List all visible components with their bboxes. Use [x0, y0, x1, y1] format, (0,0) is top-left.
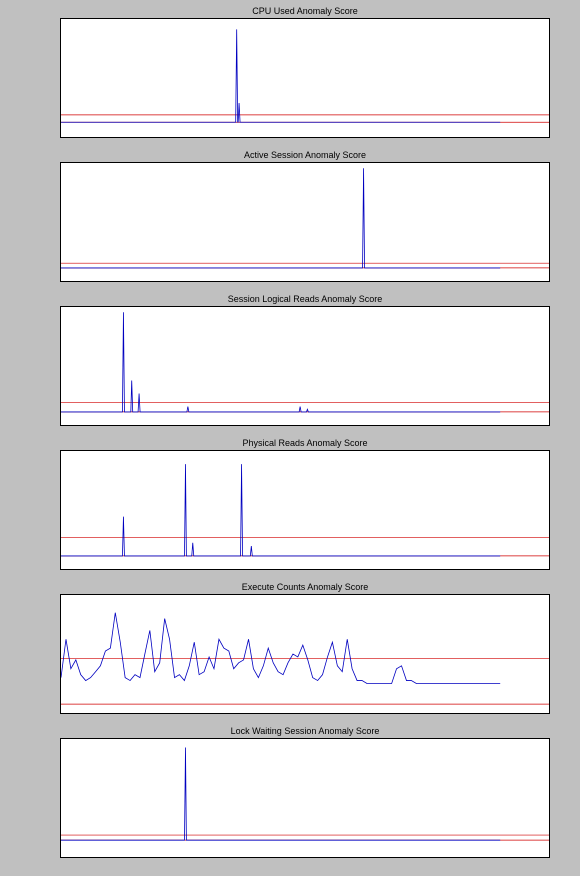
plot-area: -500005000100001500020000250003000035000… — [60, 162, 550, 282]
data-series — [61, 168, 500, 268]
plot-svg — [61, 307, 549, 425]
data-series — [61, 29, 500, 122]
data-series — [61, 613, 500, 684]
charts-page: CPU Used Anomaly Score x 10^12-1012345670… — [0, 0, 580, 876]
plot-area: -101234560200040006000800010000 — [60, 738, 550, 858]
chart-4: Execute Counts Anomaly Score -0.1-0.0500.… — [60, 582, 550, 714]
plot-area: -0.0200.020.040.060.080.10.120.140.16020… — [60, 450, 550, 570]
chart-title: Physical Reads Anomaly Score — [60, 438, 550, 448]
chart-title: Active Session Anomaly Score — [60, 150, 550, 160]
data-series — [61, 464, 500, 556]
plot-area: -505101520253035400200040006000800010000 — [60, 306, 550, 426]
chart-title: Session Logical Reads Anomaly Score — [60, 294, 550, 304]
plot-area: -0.1-0.0500.050.10.150.20.250.3020004000… — [60, 594, 550, 714]
chart-0: CPU Used Anomaly Score x 10^12-1012345670… — [60, 6, 550, 138]
chart-3: Physical Reads Anomaly Score -0.0200.020.… — [60, 438, 550, 570]
data-series — [61, 312, 500, 412]
chart-2: Session Logical Reads Anomaly Score -5051… — [60, 294, 550, 426]
chart-title: CPU Used Anomaly Score — [60, 6, 550, 16]
plot-svg — [61, 163, 549, 281]
plot-svg — [61, 595, 549, 713]
chart-title: Lock Waiting Session Anomaly Score — [60, 726, 550, 736]
plot-svg — [61, 451, 549, 569]
chart-5: Lock Waiting Session Anomaly Score -10123… — [60, 726, 550, 858]
data-series — [61, 747, 500, 840]
chart-1: Active Session Anomaly Score -50000500010… — [60, 150, 550, 282]
plot-area: x 10^12-1012345670200040006000800010000 — [60, 18, 550, 138]
plot-svg — [61, 19, 549, 137]
chart-title: Execute Counts Anomaly Score — [60, 582, 550, 592]
plot-svg — [61, 739, 549, 857]
